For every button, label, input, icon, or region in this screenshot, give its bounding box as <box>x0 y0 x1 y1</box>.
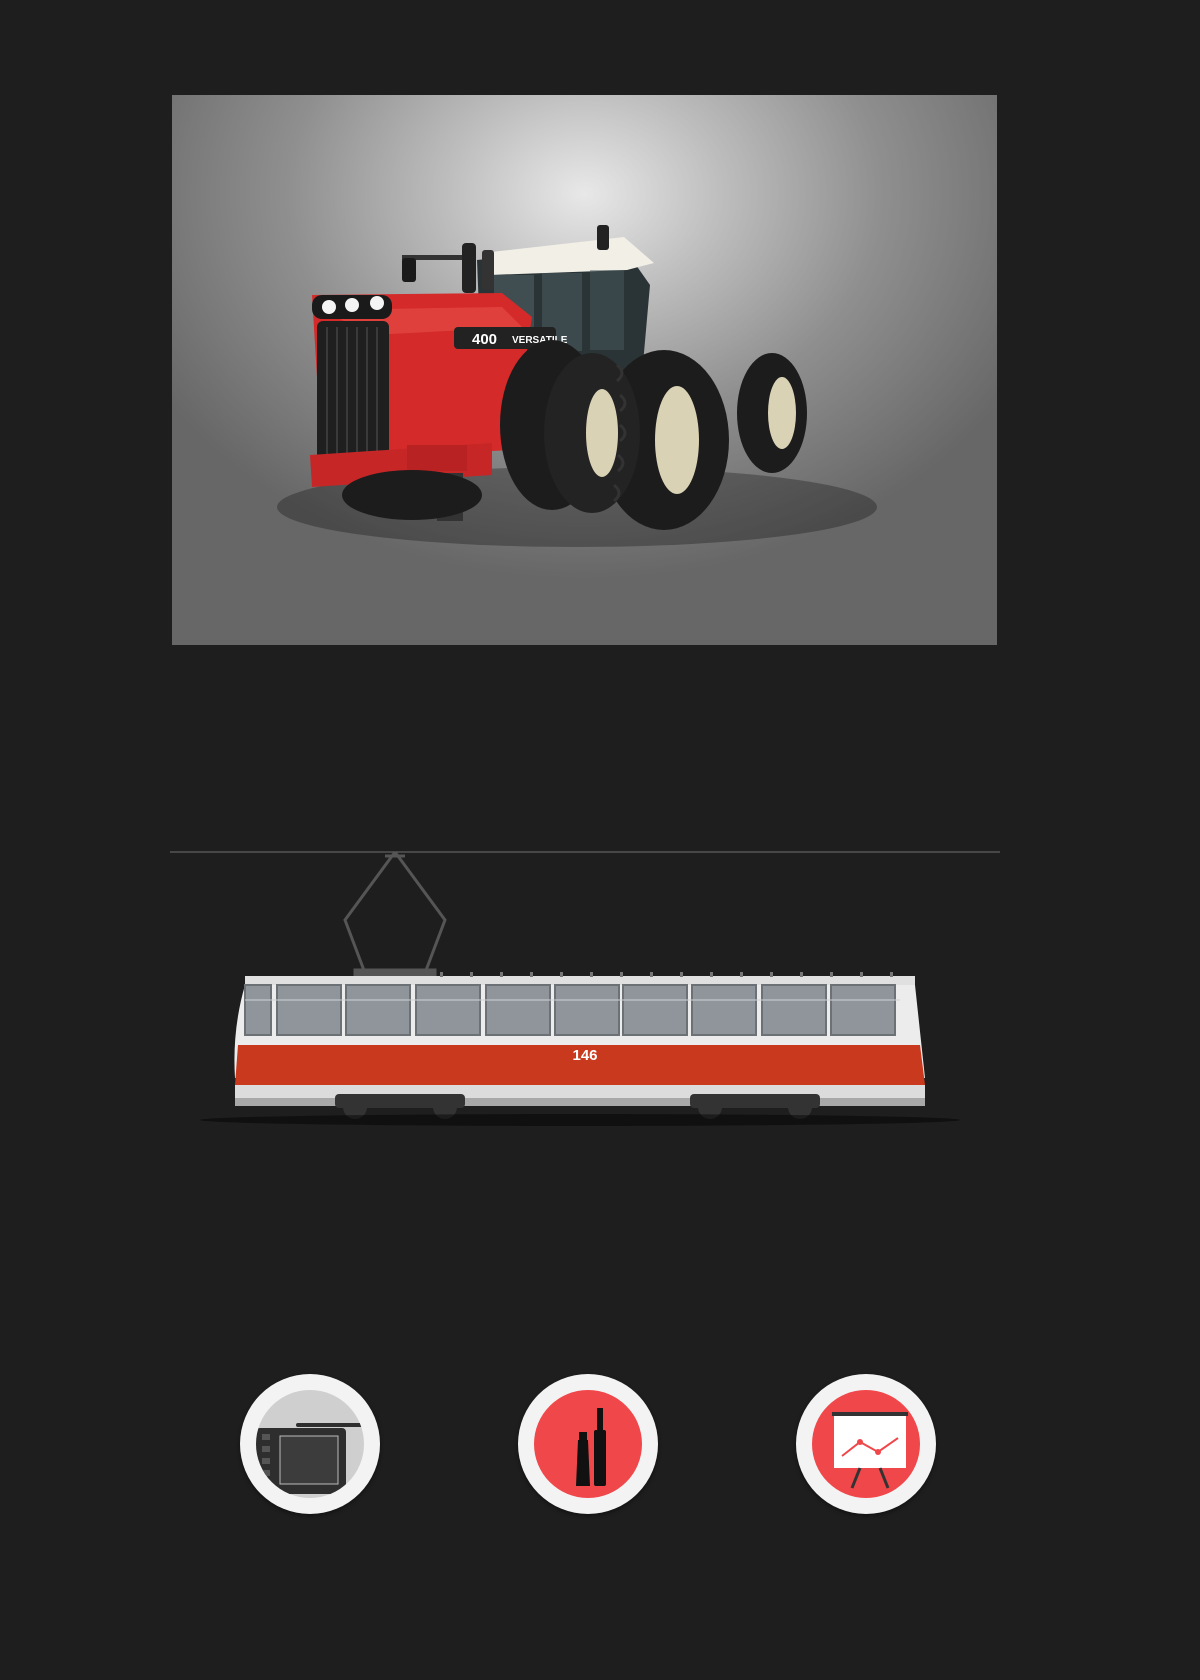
mascara-lipstick-icon-button <box>518 1374 658 1514</box>
tractor-model-number: 400 <box>472 331 497 348</box>
drawing-tablet-icon <box>256 1390 364 1498</box>
drawing-tablet-icon-button <box>240 1374 380 1514</box>
tram-pantograph <box>343 851 447 978</box>
tractor-cab-roof <box>482 237 654 275</box>
tram-illustration: 146 <box>0 830 1200 1150</box>
tractor-illustration: 400 VERSATILE <box>277 225 877 547</box>
tractor-image-panel: 400 VERSATILE <box>172 95 997 645</box>
presentation-board-icon-button <box>796 1374 936 1514</box>
tram-number: 146 <box>572 1047 597 1064</box>
mascara-lipstick-icon <box>534 1390 642 1498</box>
presentation-board-icon <box>812 1390 920 1498</box>
